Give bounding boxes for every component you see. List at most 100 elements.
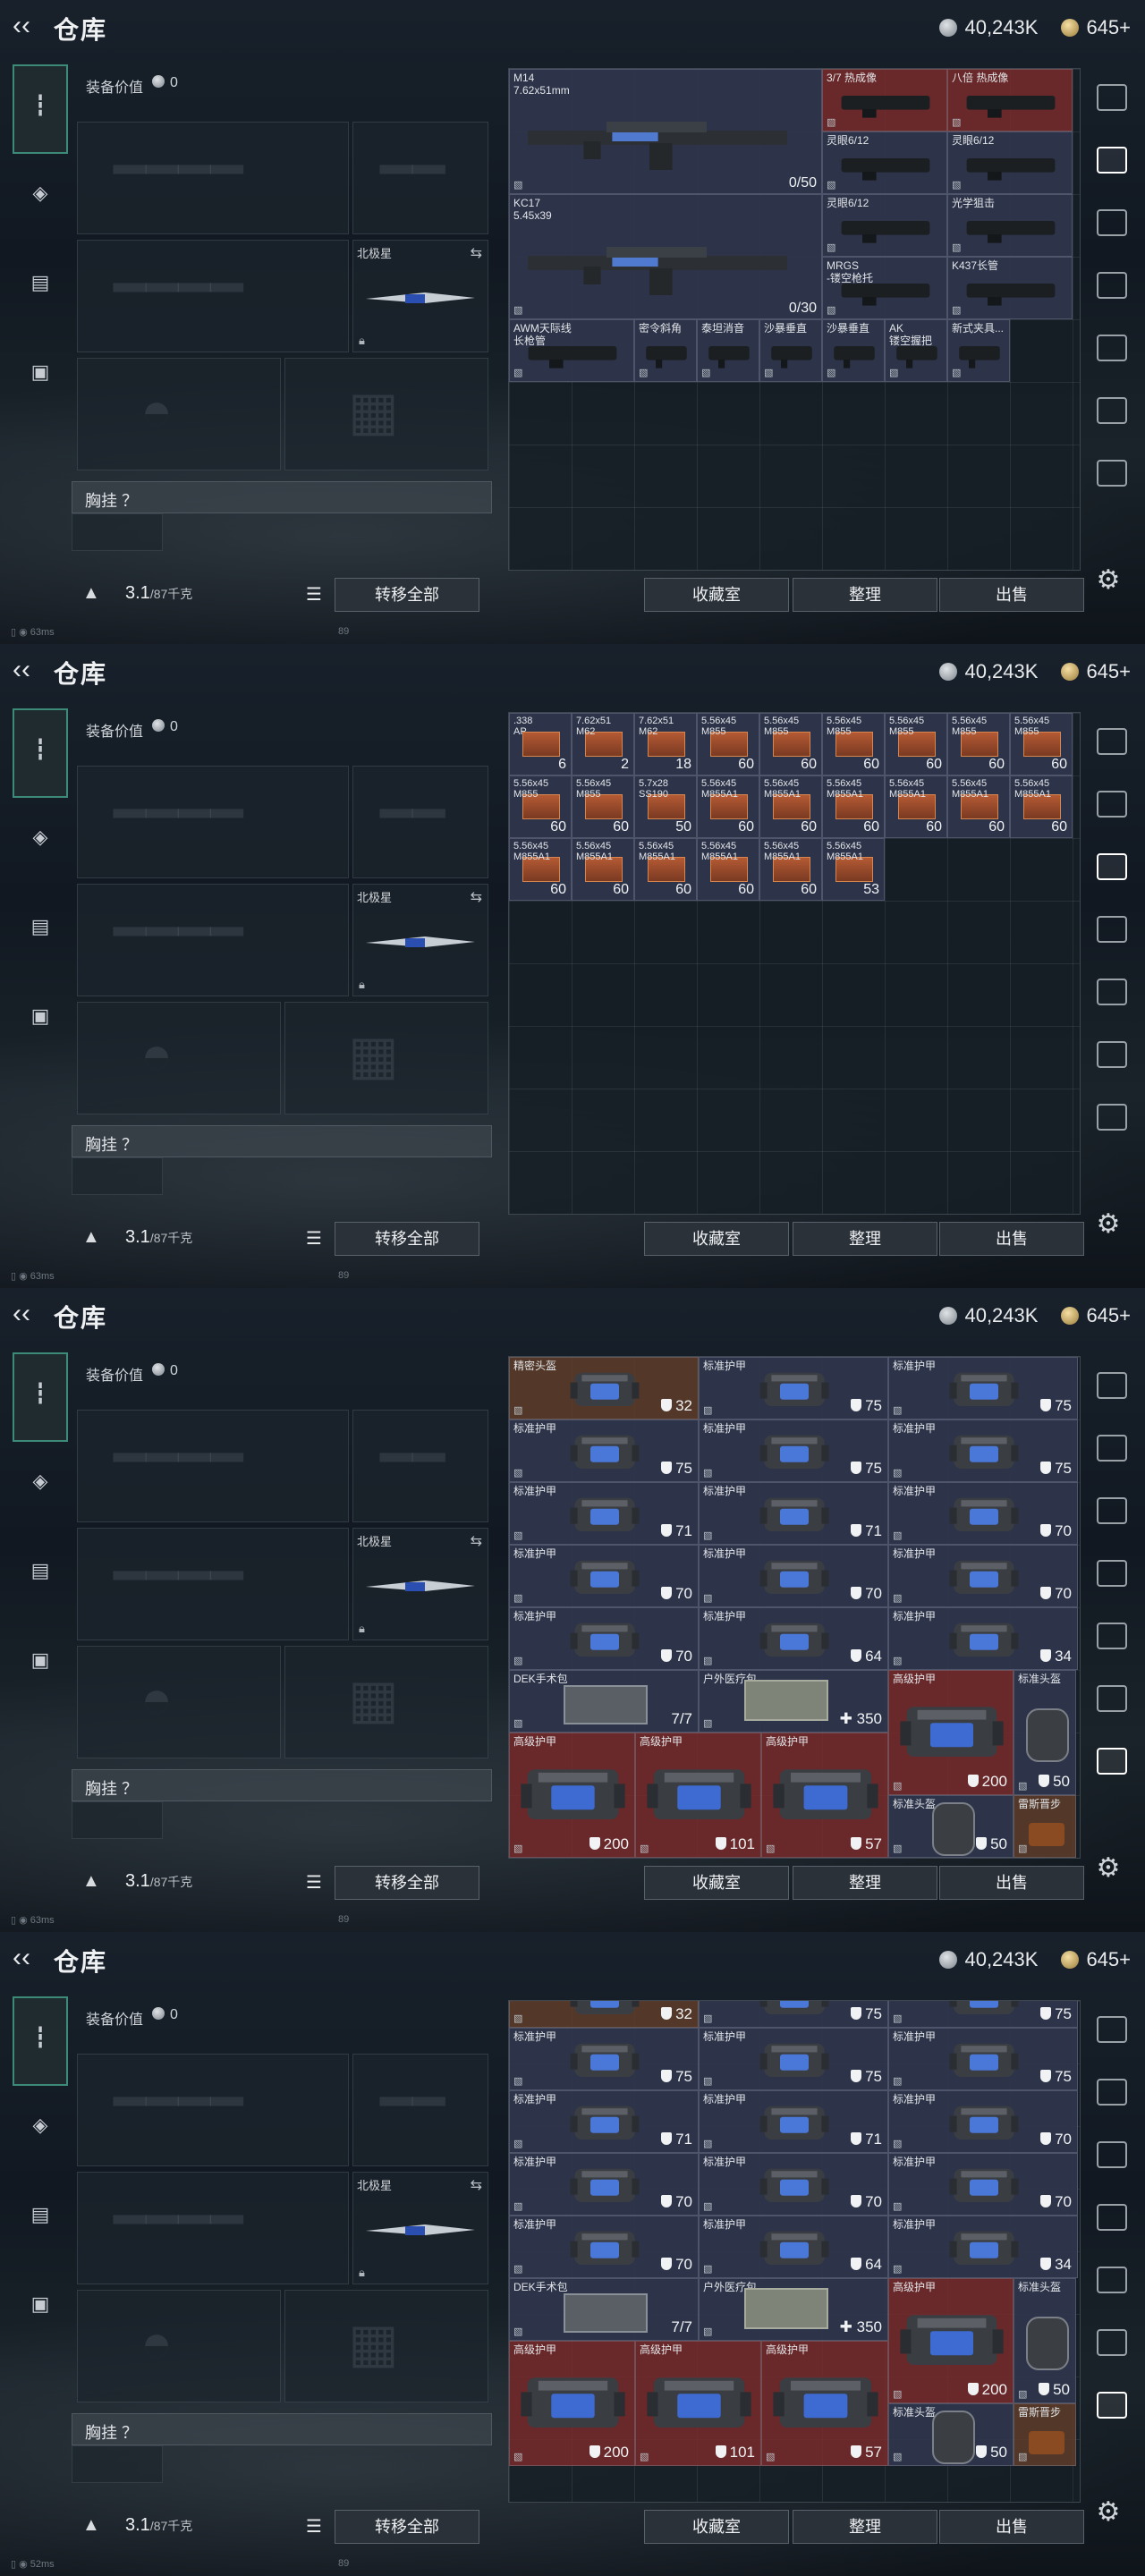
special-item-6[interactable]: 高级护甲 101 ▧ (635, 2341, 761, 2466)
special-item-8[interactable]: 标准头盔 50 ▧ (888, 1795, 1014, 1858)
transfer-all-button[interactable]: 转移全部 (335, 1222, 479, 1256)
ammo-item-3[interactable]: 7.62x51 M62 18 (634, 713, 697, 775)
storage-tab-v-2[interactable] (1093, 2263, 1129, 2295)
storage-tab-v-2[interactable] (1093, 975, 1129, 1007)
sell-button[interactable]: 出售 (939, 578, 1084, 612)
ammo-item-9[interactable]: 5.56x45 M855 60 (1010, 713, 1073, 775)
nav-tab-gun[interactable]: ┇ (13, 708, 68, 798)
storage-tab-v[interactable] (1093, 787, 1129, 819)
transfer-all-button[interactable]: 转移全部 (335, 2510, 479, 2544)
sell-button[interactable]: 出售 (939, 2510, 1084, 2544)
armor-item-9[interactable]: 标准护甲 70 ▧ (888, 2090, 1078, 2153)
primary-weapon-slot[interactable]: ━━━━ (77, 1410, 349, 1522)
helmet-slot[interactable]: ◓ (77, 1646, 281, 1758)
transfer-all-button[interactable]: 转移全部 (335, 1866, 479, 1900)
armor-item-1[interactable]: 精密头盔 32 ▧ (509, 1357, 699, 1419)
ammo-item-11[interactable]: 5.56x45 M855 60 (572, 775, 634, 838)
ammo-item-13[interactable]: 5.56x45 M855A1 60 (697, 775, 759, 838)
armor-item-10[interactable]: 标准护甲 70 ▧ (509, 1545, 699, 1607)
storage-item-2[interactable]: KC17 5.45x39 0/30 ▧ (509, 194, 822, 319)
ammo-item-4[interactable]: 5.56x45 M855 60 (697, 713, 759, 775)
chest-rig-cell[interactable] (72, 1157, 163, 1195)
melee-slot[interactable]: 北极星 ⇆ 🔒︎ (352, 240, 488, 352)
melee-slot[interactable]: 北极星 ⇆ 🔒︎ (352, 2172, 488, 2284)
storage-tab-v-3[interactable] (1093, 394, 1129, 426)
storage-item-6[interactable]: 灵眼6/12 ▧ (947, 131, 1073, 194)
special-item-9[interactable]: 雷斯晋步 ▧ (1014, 1795, 1076, 1858)
ammo-item-21[interactable]: 5.56x45 M855A1 60 (634, 838, 697, 901)
nav-tab-case[interactable]: ▣ (13, 977, 66, 1063)
armor-item-12[interactable]: 标准护甲 70 ▧ (888, 2153, 1078, 2216)
nav-tab-case[interactable]: ▣ (13, 2265, 66, 2351)
storage-tab-iv[interactable] (1093, 206, 1129, 238)
armor-item-14[interactable]: 标准护甲 64 ▧ (699, 1607, 888, 1670)
ammo-item-20[interactable]: 5.56x45 M855A1 60 (572, 838, 634, 901)
sell-button[interactable]: 出售 (939, 1866, 1084, 1900)
storage-tab-v[interactable] (1093, 143, 1129, 175)
storage-tab-home[interactable] (1093, 80, 1129, 113)
nav-tab-gun[interactable]: ┇ (13, 1352, 68, 1442)
back-arrow-icon[interactable]: ‹‹ (13, 1299, 43, 1329)
settings-gear-icon[interactable]: ⚙ (1093, 2497, 1124, 2528)
armor-item-3[interactable]: 标准护甲75▧ (888, 2001, 1078, 2028)
swap-icon[interactable]: ⇆ (471, 2176, 482, 2194)
pistol-slot[interactable]: ━━ (352, 2054, 488, 2166)
nav-tab-armor[interactable]: ◈ (13, 798, 66, 884)
collection-room-button[interactable]: 收藏室 (644, 2510, 789, 2544)
chest-rig-slot[interactable]: 胸挂 ？ (72, 481, 492, 513)
pistol-slot[interactable]: ━━ (352, 1410, 488, 1522)
secondary-weapon-slot[interactable]: ━━━━ (77, 1528, 349, 1640)
nav-tab-backpack[interactable]: ▤ (13, 1531, 66, 1617)
swap-icon[interactable]: ⇆ (471, 244, 482, 262)
storage-item-8[interactable]: 光学狙击 ▧ (947, 194, 1073, 257)
storage-tab-home[interactable] (1093, 2012, 1129, 2045)
armor-slot[interactable]: ▦ (284, 2290, 488, 2402)
ammo-item-1[interactable]: .338 AP 6 (509, 713, 572, 775)
ammo-item-12[interactable]: 5.7x28 SS190 50 (634, 775, 697, 838)
ammo-item-5[interactable]: 5.56x45 M855 60 (759, 713, 822, 775)
ammo-item-10[interactable]: 5.56x45 M855 60 (509, 775, 572, 838)
sell-button[interactable]: 出售 (939, 1222, 1084, 1256)
list-icon[interactable]: ☰ (306, 1227, 329, 1249)
special-item-6[interactable]: 高级护甲 101 ▧ (635, 1733, 761, 1858)
storage-item-12[interactable]: 密令斜角 ▧ (634, 319, 697, 382)
list-icon[interactable]: ☰ (306, 2515, 329, 2537)
swap-icon[interactable]: ⇆ (471, 1532, 482, 1550)
storage-tab-home[interactable] (1093, 1368, 1129, 1401)
ammo-item-15[interactable]: 5.56x45 M855A1 60 (822, 775, 885, 838)
pistol-slot[interactable]: ━━ (352, 766, 488, 878)
storage-tab-iv-2[interactable] (1093, 1556, 1129, 1589)
back-arrow-icon[interactable]: ‹‹ (13, 655, 43, 685)
pistol-slot[interactable]: ━━ (352, 122, 488, 234)
storage-tab-home[interactable] (1093, 724, 1129, 757)
special-item-3[interactable]: 高级护甲 200 ▧ (888, 1670, 1014, 1795)
ammo-item-18[interactable]: 5.56x45 M855A1 60 (1010, 775, 1073, 838)
ammo-item-24[interactable]: 5.56x45 M855A1 53 (822, 838, 885, 901)
back-arrow-icon[interactable]: ‹‹ (13, 1943, 43, 1973)
helmet-slot[interactable]: ◓ (77, 1002, 281, 1114)
armor-item-8[interactable]: 标准护甲 71 ▧ (699, 1482, 888, 1545)
storage-item-15[interactable]: 沙暴垂直 ▧ (822, 319, 885, 382)
armor-item-5[interactable]: 标准护甲 75 ▧ (699, 2028, 888, 2090)
settings-gear-icon[interactable]: ⚙ (1093, 1853, 1124, 1884)
storage-item-10[interactable]: K437长管 ▧ (947, 257, 1073, 319)
collection-room-button[interactable]: 收藏室 (644, 578, 789, 612)
ammo-item-6[interactable]: 5.56x45 M855 60 (822, 713, 885, 775)
armor-item-15[interactable]: 标准护甲 34 ▧ (888, 2216, 1078, 2278)
special-item-3[interactable]: 高级护甲 200 ▧ (888, 2278, 1014, 2403)
storage-tab-v-2[interactable] (1093, 331, 1129, 363)
sort-button[interactable]: 整理 (793, 578, 937, 612)
storage-item-4[interactable]: 八倍 热成像 ▧ (947, 69, 1073, 131)
special-item-2[interactable]: 户外医疗包 ✚ 350 ▧ (699, 1670, 888, 1733)
ammo-item-17[interactable]: 5.56x45 M855A1 60 (947, 775, 1010, 838)
nav-tab-backpack[interactable]: ▤ (13, 243, 66, 329)
collection-room-button[interactable]: 收藏室 (644, 1222, 789, 1256)
special-item-5[interactable]: 高级护甲 200 ▧ (509, 2341, 635, 2466)
special-item-7[interactable]: 高级护甲 57 ▧ (761, 1733, 888, 1858)
storage-tab-v[interactable] (1093, 1431, 1129, 1463)
armor-item-13[interactable]: 标准护甲 70 ▧ (509, 2216, 699, 2278)
armor-item-3[interactable]: 标准护甲75▧ (888, 1357, 1078, 1419)
primary-weapon-slot[interactable]: ━━━━ (77, 2054, 349, 2166)
sort-button[interactable]: 整理 (793, 2510, 937, 2544)
storage-item-16[interactable]: AK 镂空握把 ▧ (885, 319, 947, 382)
